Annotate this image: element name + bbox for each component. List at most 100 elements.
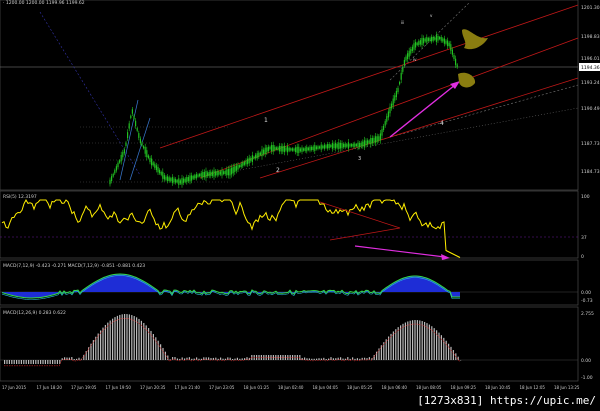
- macd2-bar: [128, 314, 130, 360]
- candle-body: [311, 146, 313, 151]
- candle-body: [205, 171, 207, 178]
- candle-body: [184, 178, 186, 182]
- candle-body: [435, 35, 437, 42]
- candle-body: [251, 155, 253, 162]
- candle-body: [159, 169, 161, 174]
- candle-body: [117, 162, 119, 168]
- macd2-bar: [54, 360, 56, 364]
- time-axis-label: 18 Jun 10:45: [485, 385, 511, 390]
- macd2-bar: [119, 314, 121, 360]
- time-axis-label: 18 Jun 02:40: [278, 385, 304, 390]
- candle-body: [379, 133, 381, 141]
- candle-body: [411, 46, 413, 52]
- macd2-bar: [155, 337, 157, 360]
- candle-body: [407, 53, 409, 59]
- candle-body: [309, 146, 311, 151]
- time-axis-label: 18 Jun 12:05: [520, 385, 546, 390]
- candle-body: [192, 176, 194, 179]
- candle-body: [320, 144, 322, 150]
- candle-body: [186, 177, 188, 183]
- macd2-bar: [426, 323, 428, 360]
- candle-body: [293, 148, 295, 151]
- candle-body: [418, 41, 420, 46]
- candle-body: [399, 81, 401, 85]
- time-axis-label: 18 Jun 01:25: [244, 385, 270, 390]
- macd2-bar: [311, 358, 313, 360]
- candle-body: [307, 147, 309, 151]
- candle-body: [371, 138, 373, 144]
- candle-body: [319, 146, 321, 149]
- candle-body: [219, 171, 221, 175]
- candle-body: [400, 72, 402, 80]
- macd2-bar: [44, 360, 46, 364]
- macd2-bar: [217, 358, 219, 360]
- macd2-bar: [395, 329, 397, 360]
- svg-text:37: 37: [581, 235, 587, 241]
- rsi-triangle: [319, 201, 401, 241]
- candle-body: [376, 136, 378, 142]
- candle-body: [296, 146, 298, 153]
- candle-body: [440, 36, 442, 41]
- candle-body: [290, 148, 292, 151]
- candle-body: [115, 166, 117, 171]
- macd2-bar: [42, 360, 44, 364]
- candle-body: [119, 160, 121, 163]
- candle-body: [242, 162, 244, 167]
- candle-body: [259, 152, 261, 155]
- candle-body: [143, 146, 145, 149]
- macd2-bar: [49, 360, 51, 364]
- time-axis-label: 17 Jun 21:40: [175, 385, 201, 390]
- rsi-line: [1, 198, 461, 258]
- svg-text:1201.30: 1201.30: [581, 5, 600, 11]
- candle-body: [413, 43, 415, 50]
- macd2-bar: [210, 358, 212, 360]
- candle-body: [160, 172, 162, 175]
- macd2-bar: [416, 320, 418, 360]
- candle-body: [264, 147, 266, 155]
- macd2-bar: [328, 358, 330, 360]
- candle-body: [213, 170, 215, 177]
- candle-body: [277, 147, 279, 150]
- candle-body: [347, 142, 349, 149]
- candle-body: [195, 174, 197, 179]
- candle-body: [389, 106, 391, 114]
- candle-body: [378, 136, 380, 141]
- macd2-bar: [61, 358, 63, 360]
- candle-body: [280, 146, 282, 152]
- candle-body: [210, 171, 212, 177]
- macd2-bar: [356, 358, 358, 360]
- time-axis-label: 18 Jun 13:25: [554, 385, 580, 390]
- candle-body: [112, 173, 114, 177]
- macd2-bar: [32, 360, 34, 364]
- candle-body: [226, 169, 228, 176]
- macd2-bar: [392, 331, 394, 360]
- candle-body: [402, 67, 404, 72]
- macd2-panel-frame: [0, 306, 579, 382]
- candle-body: [243, 161, 245, 165]
- macd2-bar: [124, 314, 126, 360]
- candle-body: [415, 41, 417, 48]
- macd2-bar: [114, 317, 116, 360]
- candle-body: [445, 40, 447, 44]
- main-panel-frame: [0, 0, 579, 191]
- candle-body: [405, 56, 407, 61]
- svg-text:1190.49: 1190.49: [581, 106, 600, 112]
- candle-body: [123, 149, 125, 154]
- time-axis-label: 18 Jun 04:05: [313, 385, 339, 390]
- macd2-bar: [140, 320, 142, 360]
- macd2-bar: [37, 360, 39, 364]
- candle-body: [208, 171, 210, 177]
- candle-body: [384, 121, 386, 126]
- macd2-bar: [78, 357, 80, 360]
- macd2-bar: [143, 322, 145, 360]
- macd2-bar: [342, 358, 344, 360]
- candle-body: [323, 144, 325, 149]
- macd2-bar: [234, 358, 236, 360]
- macd2-bar: [330, 357, 332, 360]
- candle-body: [333, 143, 335, 148]
- candle-body: [397, 87, 399, 93]
- macd2-bar: [116, 315, 118, 360]
- macd2-bar: [47, 360, 49, 364]
- candle-body: [133, 115, 135, 120]
- macd2-bar: [200, 358, 202, 360]
